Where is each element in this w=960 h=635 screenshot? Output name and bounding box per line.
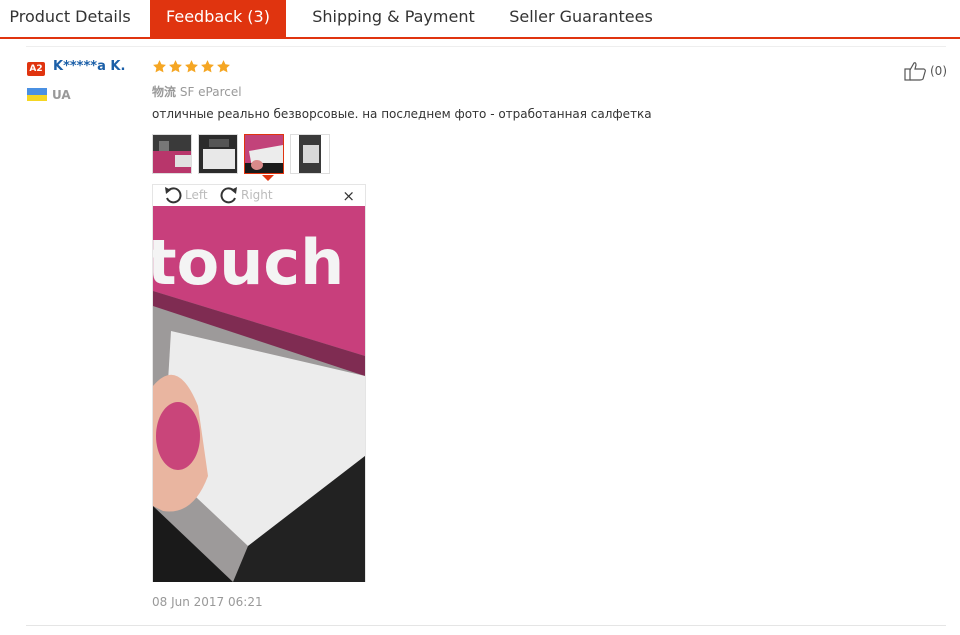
divider xyxy=(26,625,946,626)
close-viewer-button[interactable]: × xyxy=(342,187,355,205)
thumbnail-image xyxy=(291,135,329,173)
shipping-label: 物流 xyxy=(152,85,177,99)
rotate-right-button[interactable]: Right xyxy=(219,186,273,204)
rotate-right-icon xyxy=(220,187,237,204)
tab-feedback[interactable]: Feedback (3) xyxy=(150,0,286,37)
thumbs-up-icon xyxy=(904,62,926,81)
rotate-right-label: Right xyxy=(241,188,273,202)
review-photo: touch xyxy=(153,206,365,582)
photo-box-text: touch xyxy=(153,226,344,299)
shipping-info: 物流 SF eParcel xyxy=(152,83,242,100)
tab-seller-guarantees[interactable]: Seller Guarantees xyxy=(501,0,661,37)
rotate-left-icon xyxy=(165,187,182,204)
star-icon xyxy=(185,60,198,73)
star-icon xyxy=(201,60,214,73)
review-photo-image: touch xyxy=(153,206,365,582)
buyer-name[interactable]: K*****a K. xyxy=(53,59,125,74)
buyer-level-badge: A2 xyxy=(27,62,45,76)
thumbnail-image xyxy=(199,135,237,173)
like-count: (0) xyxy=(930,64,947,78)
review-thumbnail[interactable] xyxy=(152,134,192,174)
review-text: отличные реально безворсовые. на последн… xyxy=(152,107,652,121)
star-rating xyxy=(152,59,231,74)
review-thumbnails xyxy=(152,134,330,174)
divider xyxy=(26,46,946,47)
tab-shipping-payment[interactable]: Shipping & Payment xyxy=(296,0,491,37)
star-icon xyxy=(153,60,166,73)
rotate-left-label: Left xyxy=(185,188,208,202)
review-thumbnail[interactable] xyxy=(198,134,238,174)
review-date: 08 Jun 2017 06:21 xyxy=(152,595,263,609)
ukraine-flag-icon xyxy=(27,88,47,101)
review-thumbnail-selected[interactable] xyxy=(244,134,284,174)
thumbnail-image xyxy=(245,135,283,173)
image-viewer: Left Right × touch xyxy=(152,184,366,582)
thumbnail-image xyxy=(153,135,191,173)
star-icon xyxy=(217,60,230,73)
tab-bar: Product Details Feedback (3) Shipping & … xyxy=(0,0,960,39)
tab-product-details[interactable]: Product Details xyxy=(0,0,140,37)
rotate-left-button[interactable]: Left xyxy=(163,186,208,204)
star-icon xyxy=(169,60,182,73)
helpful-like-button[interactable]: (0) xyxy=(904,61,947,81)
selected-thumbnail-pointer xyxy=(262,175,274,181)
review-thumbnail[interactable] xyxy=(290,134,330,174)
shipping-method: SF eParcel xyxy=(179,85,242,99)
buyer-country: UA xyxy=(52,88,71,102)
image-viewer-toolbar: Left Right × xyxy=(153,185,365,206)
